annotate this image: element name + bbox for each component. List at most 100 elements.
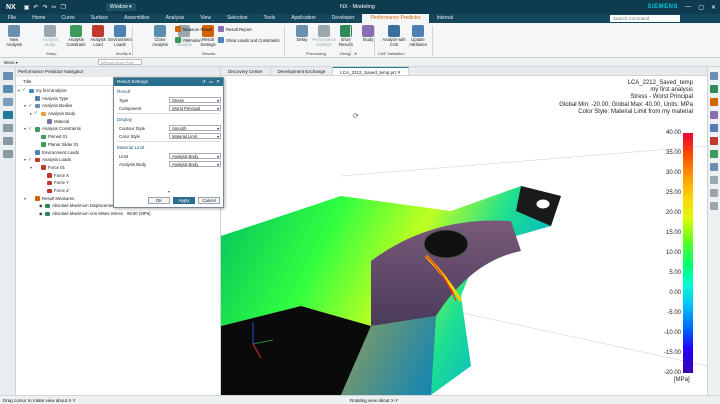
menu-button[interactable]: Menu ▾ [4,60,18,65]
section-material-limit[interactable]: Material Limit [114,144,223,152]
menu-tab-surface[interactable]: Surface [83,14,116,23]
type-select[interactable]: Stress [169,97,221,103]
window-menu[interactable]: Window ▾ [105,3,136,11]
layer-icon[interactable] [710,150,718,158]
graphics-tab[interactable]: LCA_2212_Saved_temp.prt ✕ [333,67,409,75]
section-result[interactable]: Result [114,88,223,96]
part-model-view[interactable]: ⟳ [221,76,707,395]
part-navigator-icon[interactable] [2,72,13,80]
fit-view-icon[interactable] [710,98,718,106]
contour-style-select[interactable]: Smooth [169,125,221,131]
ribbon-group-divider [132,26,133,56]
ribbon-clone-analysis-button[interactable]: Clone Analysis [148,25,172,47]
reset-icon[interactable]: ↺ [202,78,206,86]
ribbon-animation-button[interactable]: Animation [175,37,202,43]
menu-tab-assemblies[interactable]: Assemblies [116,14,158,23]
ribbon-analysis-constraint-button[interactable]: Analysis Constraint [64,25,88,47]
color-style-select[interactable]: Material Limit [169,133,221,139]
render-style-icon[interactable] [710,85,718,93]
graphics-tab[interactable]: Development Exchange [271,67,334,75]
maximize-button[interactable]: ▢ [698,4,704,11]
menu-tab-performance-predictor[interactable]: Performance Predictor [362,14,429,23]
constraint-navigator-icon[interactable] [2,98,13,106]
node-type-icon [41,165,46,170]
minimize-button[interactable]: — [685,4,691,11]
ribbon-button-label: Update Attributes [409,37,427,47]
ribbon-delay-button[interactable]: Delay [290,25,314,43]
visibility-icon[interactable]: ◉ [39,202,43,210]
cut-icon[interactable]: ✂ [51,4,56,11]
tree-node-label: my first analysis [36,88,67,93]
close-window-button[interactable]: ✕ [711,4,716,11]
menu-tab-application[interactable]: Application [283,14,323,23]
capture-icon[interactable] [710,189,718,197]
web-browser-icon[interactable] [2,150,13,158]
menu-tab-internal[interactable]: Internal [429,14,462,23]
ribbon-group-label[interactable]: Results [202,51,215,56]
legend-tick-label: 20.00 [665,210,681,216]
history-icon[interactable] [2,124,13,132]
menu-tab-view[interactable]: View [192,14,219,23]
view-orient-icon[interactable] [710,72,718,80]
section-display[interactable]: Display [114,116,223,124]
ribbon-analyze-with-cae-button[interactable]: Analyze with CAE [382,25,406,47]
ribbon-group-label[interactable]: CAE Validation [378,51,405,56]
collapse-icon[interactable]: ▭ [209,78,213,86]
show-hide-icon[interactable] [710,176,718,184]
dialog-close-icon[interactable]: ✕ [216,78,220,86]
ribbon-show-loads-and-constraints-button[interactable]: Show Loads and Constraints [218,37,280,43]
menu-tab-analysis[interactable]: Analysis [158,14,193,23]
visibility-icon[interactable]: ◉ [39,210,43,218]
ok-button[interactable]: OK [148,197,170,204]
limit-select[interactable]: Analysis Body [169,153,221,159]
menu-tab-tools[interactable]: Tools [256,14,284,23]
ribbon-result-report-button[interactable]: Result Report [218,26,252,32]
performance-predictor-icon[interactable] [2,111,13,119]
ribbon-group-divider [350,26,351,56]
graphics-window[interactable]: ⟳ LCA_2212_Saved_temp my first analysis St… [221,76,707,395]
ribbon-study-button[interactable]: Study [356,25,380,43]
assembly-navigator-icon[interactable] [2,85,13,93]
graphics-tab-strip: Discovery Center Development Exchange LCA_… [221,67,720,76]
tree-node[interactable]: ◉ Absolute Maximum Von Mises Stress 99.90 … [16,210,220,218]
ribbon-new-analysis-button[interactable]: New Analysis [2,25,26,47]
ribbon-group-label[interactable]: Modify ▾ [116,51,131,56]
ribbon-environment-loads-button[interactable]: Environment Loads [108,25,132,47]
ribbon-performance-settings-button[interactable]: Performance Settings [312,25,336,47]
apply-button[interactable]: Apply [173,197,195,204]
ribbon-button-label: Environment Loads [108,37,132,47]
save-icon[interactable]: ▣ [24,4,30,11]
redo-icon[interactable]: ↷ [42,4,47,11]
display-part-icon[interactable] [710,163,718,171]
dialog-titlebar[interactable]: Result Settings ↺ ▭ ✕ [114,78,223,86]
ribbon-analysis-study-button[interactable]: Analysis Study [38,25,62,47]
command-search-input[interactable]: Search Command [610,15,680,22]
graphics-tab[interactable]: Discovery Center [221,67,271,75]
menu-tab-file[interactable]: File [0,14,24,23]
ribbon-show-results-button[interactable]: Show Results [334,25,358,47]
snap-view-icon[interactable] [710,124,718,132]
analysis-body-select[interactable]: Analysis Body [169,161,221,167]
ribbon-measure-result-button[interactable]: Measure Result [175,26,212,32]
cancel-button[interactable]: Cancel [198,197,220,204]
ribbon-analysis-load-button[interactable]: Analysis Load [86,25,110,47]
ribbon-group-label[interactable]: Setup [46,51,56,56]
component-select[interactable]: Worst Principal [169,105,221,111]
section-view-icon[interactable] [710,111,718,119]
more-options-icon[interactable]: ▾ [168,189,170,194]
menu-tab-selection[interactable]: Selection [219,14,256,23]
undo-icon[interactable]: ↶ [33,4,38,11]
menu-tab-curve[interactable]: Curve [53,14,82,23]
roles-icon[interactable] [2,137,13,145]
selection-filter[interactable]: Without Work Part Only [97,59,142,70]
ribbon-update-attributes-button[interactable]: Update Attributes [406,25,430,47]
menu-tab-developer[interactable]: Developer [324,14,363,23]
copy-icon[interactable]: ❐ [61,4,66,11]
measure-icon[interactable] [710,137,718,145]
ribbon-group-label[interactable]: Processing [306,51,326,56]
menu-tab-home[interactable]: Home [24,14,53,23]
ribbon-group-label[interactable]: Desig... ▾ [340,51,357,56]
tree-node-label: Analysis Loads [42,157,71,163]
legend-tick-label: 15.00 [665,230,681,236]
settings-icon[interactable] [710,202,718,210]
